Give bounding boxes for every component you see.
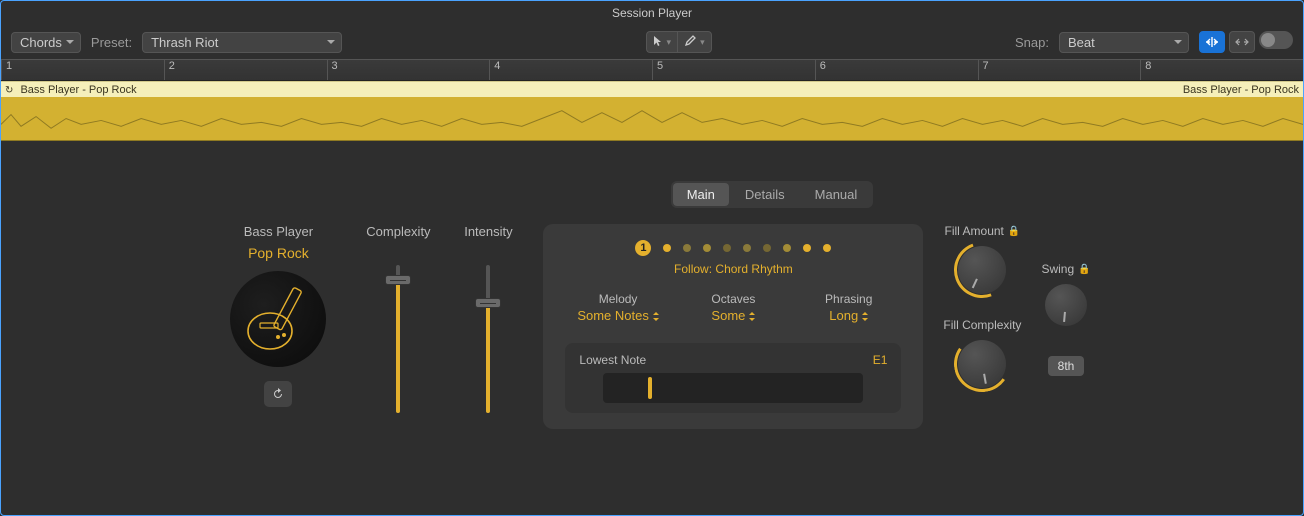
region-name-right: Bass Player - Pop Rock <box>1183 84 1299 96</box>
toolbar-toggle[interactable] <box>1259 31 1293 49</box>
follow-value[interactable]: Chord Rhythm <box>715 262 792 276</box>
follow-row: Follow: Chord Rhythm <box>565 262 901 276</box>
follow-label: Follow: <box>674 262 712 276</box>
bar-marker: 5 <box>652 60 815 80</box>
mode-select[interactable]: Chords <box>11 32 81 53</box>
pencil-icon <box>684 35 696 50</box>
catch-playhead-button[interactable] <box>1199 31 1225 53</box>
snap-select[interactable]: Beat <box>1059 32 1189 53</box>
swing-resolution-button[interactable]: 8th <box>1048 356 1085 376</box>
melody-label: Melody <box>565 292 670 306</box>
lock-icon[interactable]: 🔒 <box>1008 226 1020 237</box>
instrument-block: Bass Player Pop Rock <box>213 224 343 407</box>
pattern-dot[interactable] <box>803 244 811 252</box>
complexity-slider[interactable] <box>396 265 400 413</box>
reload-button[interactable] <box>264 381 292 407</box>
pattern-dot[interactable] <box>743 244 751 252</box>
lowest-note-slider[interactable] <box>603 373 863 403</box>
pattern-dot[interactable] <box>763 244 771 252</box>
bar-marker: 3 <box>327 60 490 80</box>
intensity-slider[interactable] <box>486 265 490 413</box>
phrasing-label: Phrasing <box>796 292 901 306</box>
tool-segmented[interactable]: ▾ ▾ <box>646 31 712 53</box>
instrument-preset[interactable]: Pop Rock <box>248 245 309 261</box>
instrument-avatar[interactable] <box>230 271 326 367</box>
editor-tabs: Main Details Manual <box>671 181 874 208</box>
preset-select[interactable]: Thrash Riot <box>142 32 342 53</box>
pattern-dot[interactable] <box>703 244 711 252</box>
loop-icon: ↻ <box>5 85 13 96</box>
melody-value[interactable]: Some Notes <box>577 308 659 323</box>
pattern-selected-badge[interactable]: 1 <box>635 240 651 256</box>
bar-marker: 6 <box>815 60 978 80</box>
tab-details[interactable]: Details <box>731 183 799 206</box>
lowest-note-value: E1 <box>873 353 888 367</box>
preset-label: Preset: <box>91 35 132 50</box>
fill-amount-label: Fill Amount <box>945 224 1004 238</box>
tab-main[interactable]: Main <box>673 183 729 206</box>
fill-complexity-label: Fill Complexity <box>943 318 1021 332</box>
instrument-title: Bass Player <box>244 224 313 239</box>
intensity-label: Intensity <box>464 224 512 239</box>
octaves-value[interactable]: Some <box>711 308 755 323</box>
region-name-left: Bass Player - Pop Rock <box>20 84 136 96</box>
pattern-panel: 1 Follow: Chord Rhythm Melody Some Notes <box>543 224 923 429</box>
snap-label: Snap: <box>1015 35 1049 50</box>
bar-marker: 2 <box>164 60 327 80</box>
pattern-dot[interactable] <box>823 244 831 252</box>
pattern-dot[interactable] <box>683 244 691 252</box>
fill-complexity-knob[interactable] <box>958 340 1006 388</box>
octaves-param[interactable]: Octaves Some <box>681 292 786 323</box>
pattern-dots[interactable]: 1 <box>565 240 901 256</box>
pattern-dot[interactable] <box>783 244 791 252</box>
complexity-label: Complexity <box>366 224 430 239</box>
bar-marker: 4 <box>489 60 652 80</box>
pointer-tool[interactable]: ▾ <box>646 31 678 53</box>
link-button[interactable] <box>1229 31 1255 53</box>
bass-guitar-icon <box>238 279 318 359</box>
toolbar: Chords Preset: Thrash Riot ▾ ▾ Snap: Bea… <box>1 25 1303 59</box>
fill-knob-column: Fill Amount 🔒 Fill Complexity <box>943 224 1021 388</box>
pencil-tool[interactable]: ▾ <box>677 31 712 53</box>
swing-knob[interactable] <box>1045 284 1087 326</box>
lowest-note-label: Lowest Note <box>579 353 646 367</box>
lock-icon[interactable]: 🔒 <box>1078 264 1090 275</box>
swing-label: Swing <box>1041 262 1074 276</box>
swing-column: Swing 🔒 8th <box>1041 224 1090 376</box>
complexity-slider-column: Complexity <box>363 224 433 413</box>
timeline-ruler[interactable]: 1 2 3 4 5 6 7 8 <box>1 59 1303 81</box>
phrasing-value[interactable]: Long <box>829 308 868 323</box>
pattern-dot[interactable] <box>723 244 731 252</box>
melody-param[interactable]: Melody Some Notes <box>565 292 670 323</box>
window-title: Session Player <box>1 1 1303 25</box>
region-header[interactable]: ↻ Bass Player - Pop Rock Bass Player - P… <box>1 81 1303 97</box>
bar-marker: 1 <box>1 60 164 80</box>
region-waveform[interactable] <box>1 97 1303 141</box>
pointer-icon <box>653 35 663 50</box>
octaves-label: Octaves <box>681 292 786 306</box>
pattern-dot[interactable] <box>663 244 671 252</box>
bar-marker: 8 <box>1140 60 1303 80</box>
lowest-note-block: Lowest Note E1 <box>565 343 901 413</box>
tab-manual[interactable]: Manual <box>801 183 872 206</box>
phrasing-param[interactable]: Phrasing Long <box>796 292 901 323</box>
intensity-slider-column: Intensity <box>453 224 523 413</box>
reload-icon <box>271 387 285 401</box>
fill-amount-knob[interactable] <box>958 246 1006 294</box>
bar-marker: 7 <box>978 60 1141 80</box>
